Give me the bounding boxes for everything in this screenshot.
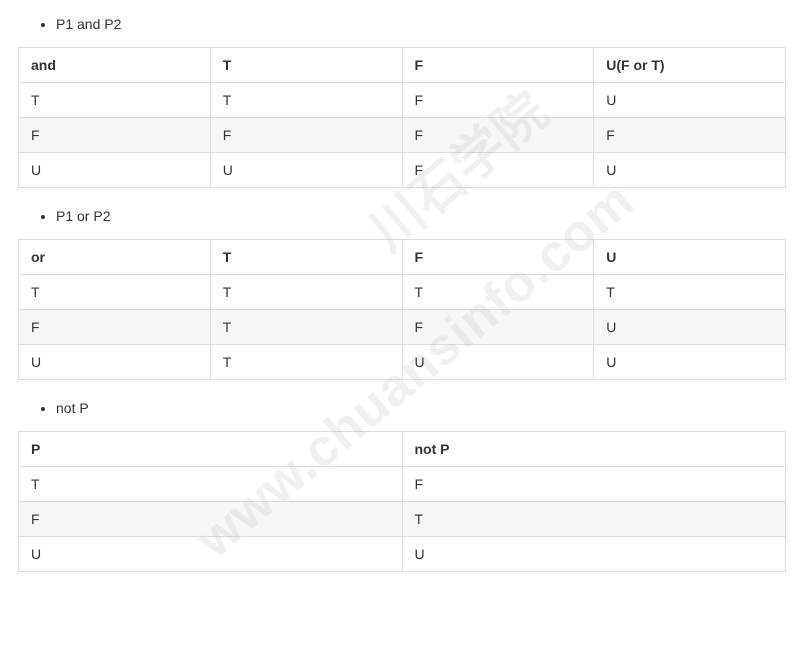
table-row: U U	[19, 537, 786, 572]
td: U	[19, 345, 211, 380]
td: U	[402, 345, 594, 380]
td: T	[210, 345, 402, 380]
truth-table-not: P not P T F F T U U	[18, 431, 786, 572]
td: T	[19, 83, 211, 118]
truth-table-and: and T F U(F or T) T T F U F F F F U U	[18, 47, 786, 188]
table-row: F T F U	[19, 310, 786, 345]
td: F	[19, 310, 211, 345]
th: U	[594, 240, 786, 275]
table-row: F T	[19, 502, 786, 537]
td: U	[402, 537, 786, 572]
td: U	[594, 310, 786, 345]
th: U(F or T)	[594, 48, 786, 83]
td: F	[402, 153, 594, 188]
td: U	[594, 153, 786, 188]
table-row: U T U U	[19, 345, 786, 380]
td: T	[210, 83, 402, 118]
td: T	[210, 310, 402, 345]
table-row: T T F U	[19, 83, 786, 118]
td: U	[19, 153, 211, 188]
td: U	[594, 83, 786, 118]
td: F	[402, 467, 786, 502]
table-header-row: or T F U	[19, 240, 786, 275]
bullet-list-1: P1 and P2	[18, 14, 786, 35]
td: U	[19, 537, 403, 572]
bullet-list-2: P1 or P2	[18, 206, 786, 227]
th: and	[19, 48, 211, 83]
td: T	[19, 275, 211, 310]
bullet-item: P1 and P2	[56, 14, 786, 35]
table-row: T T T T	[19, 275, 786, 310]
table-header-row: and T F U(F or T)	[19, 48, 786, 83]
td: U	[210, 153, 402, 188]
td: U	[594, 345, 786, 380]
table-row: T F	[19, 467, 786, 502]
th: or	[19, 240, 211, 275]
th: not P	[402, 432, 786, 467]
td: T	[210, 275, 402, 310]
bullet-list-3: not P	[18, 398, 786, 419]
table-row: U U F U	[19, 153, 786, 188]
td: F	[402, 310, 594, 345]
bullet-item: not P	[56, 398, 786, 419]
td: F	[19, 502, 403, 537]
td: F	[594, 118, 786, 153]
table-header-row: P not P	[19, 432, 786, 467]
td: F	[402, 83, 594, 118]
truth-table-or: or T F U T T T T F T F U U T U	[18, 239, 786, 380]
th: F	[402, 48, 594, 83]
td: T	[402, 275, 594, 310]
th: F	[402, 240, 594, 275]
bullet-item: P1 or P2	[56, 206, 786, 227]
td: F	[402, 118, 594, 153]
td: T	[402, 502, 786, 537]
th: P	[19, 432, 403, 467]
th: T	[210, 240, 402, 275]
td: T	[594, 275, 786, 310]
td: F	[19, 118, 211, 153]
th: T	[210, 48, 402, 83]
td: F	[210, 118, 402, 153]
table-row: F F F F	[19, 118, 786, 153]
td: T	[19, 467, 403, 502]
page-content: P1 and P2 and T F U(F or T) T T F U F F …	[0, 0, 804, 608]
